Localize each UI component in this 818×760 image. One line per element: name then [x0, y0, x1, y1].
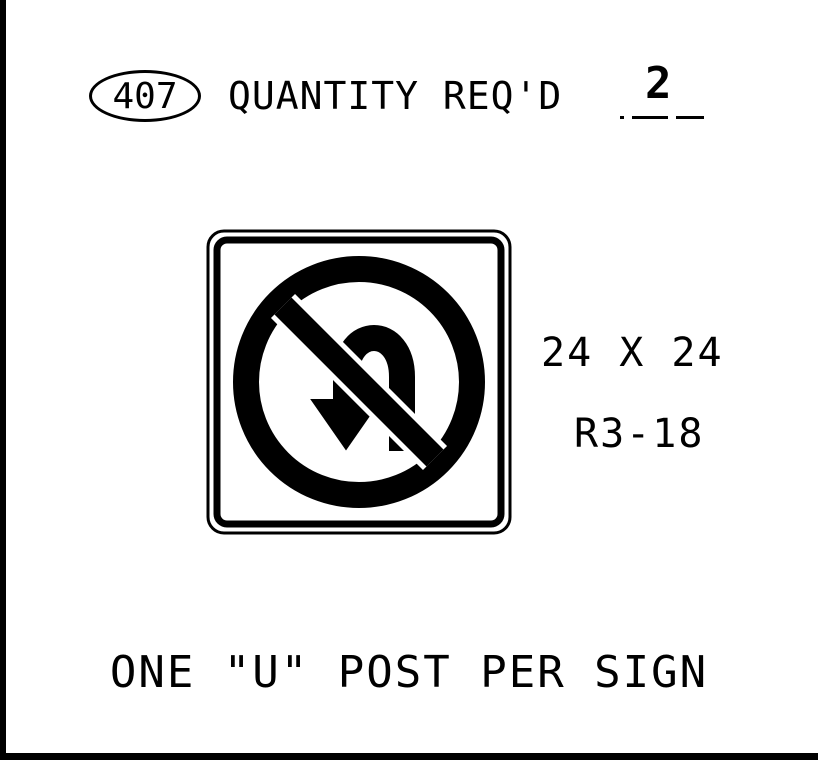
item-number-badge: 407: [89, 70, 201, 122]
quantity-underline: [632, 116, 668, 119]
frame-bottom-border: [0, 753, 818, 760]
quantity-label: QUANTITY REQ'D: [228, 74, 563, 118]
no-u-turn-icon: [206, 229, 512, 535]
frame-left-border: [0, 0, 6, 760]
sign-code: R3-18: [574, 411, 705, 457]
quantity-underline-dot: [620, 116, 624, 119]
item-number: 407: [112, 75, 178, 117]
post-note: ONE "U" POST PER SIGN: [109, 647, 709, 698]
sign-dimensions: 24 X 24: [541, 330, 724, 376]
sign-graphic: [206, 229, 512, 535]
drawing-frame: 407 QUANTITY REQ'D 2 24 X 24 R3-18 ONE "…: [0, 0, 818, 760]
quantity-underline-tail: [676, 116, 704, 119]
quantity-value: 2: [645, 58, 672, 109]
